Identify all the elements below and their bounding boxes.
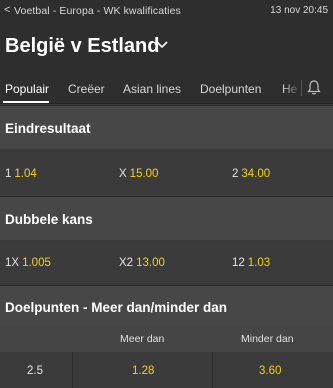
- breadcrumb-bar: < Voetbal - Europa - WK kwalificaties 13…: [0, 0, 333, 24]
- event-datetime: 13 nov 20:45: [270, 5, 328, 16]
- goal-line: 2.5: [27, 365, 43, 377]
- selection-label: 1: [5, 168, 12, 180]
- market-header-dubbele-kans[interactable]: Dubbele kans: [0, 196, 333, 240]
- selection-x2[interactable]: X2 13.00: [119, 257, 165, 269]
- tab-populair[interactable]: Populair: [5, 82, 49, 96]
- market-dubbele-kans: 1X 1.005 X2 13.00 12 1.03: [0, 242, 333, 284]
- tab-asian-lines[interactable]: Asian lines: [123, 82, 181, 96]
- selection-label: X: [119, 168, 127, 180]
- market-title: Dubbele kans: [5, 212, 93, 227]
- over-under-header: Meer dan Minder dan: [0, 326, 333, 352]
- selection-label: 12: [232, 257, 245, 269]
- column-under: Minder dan: [241, 333, 294, 345]
- line-cell: 2.5: [0, 352, 73, 388]
- selection-label: 2: [232, 168, 239, 180]
- market-eindresultaat: 1 1.04 X 15.00 2 34.00: [0, 153, 333, 195]
- tab-creeer[interactable]: Creëer: [68, 82, 105, 96]
- selection-2[interactable]: 2 34.00: [232, 168, 270, 180]
- market-header-eindresultaat[interactable]: Eindresultaat: [0, 105, 333, 149]
- event-title[interactable]: België v Estland: [5, 35, 160, 58]
- market-title: Eindresultaat: [5, 121, 91, 136]
- column-over: Meer dan: [120, 333, 165, 345]
- selection-12[interactable]: 12 1.03: [232, 257, 270, 269]
- under-odds: 3.60: [259, 365, 282, 377]
- market-title: Doelpunten - Meer dan/minder dan: [5, 300, 228, 315]
- tab-divider: [301, 80, 302, 96]
- bell-icon[interactable]: [306, 79, 322, 96]
- market-header-doelpunten[interactable]: Doelpunten - Meer dan/minder dan: [0, 285, 333, 326]
- market-tabs: Populair Creëer Asian lines Doelpunten H…: [0, 72, 333, 104]
- tab-fade: [282, 72, 302, 103]
- selection-odds: 13.00: [136, 257, 165, 269]
- under-odds-cell[interactable]: 3.60: [213, 352, 333, 388]
- chevron-left-icon[interactable]: <: [4, 4, 10, 16]
- selection-odds: 34.00: [241, 168, 271, 180]
- over-odds: 1.28: [132, 365, 155, 377]
- selection-odds: 1.005: [22, 257, 51, 269]
- tab-doelpunten[interactable]: Doelpunten: [200, 82, 261, 96]
- active-tab-indicator: [3, 101, 49, 103]
- selection-odds: 1.04: [14, 168, 37, 180]
- event-header: België v Estland: [0, 24, 333, 72]
- selection-odds: 1.03: [247, 257, 271, 269]
- selection-label: X2: [119, 257, 134, 269]
- selection-1x[interactable]: 1X 1.005: [5, 257, 51, 269]
- chevron-down-icon[interactable]: [156, 41, 168, 49]
- over-odds-cell[interactable]: 1.28: [73, 352, 213, 388]
- selection-odds: 15.00: [129, 168, 159, 180]
- selection-x[interactable]: X 15.00: [119, 168, 158, 180]
- selection-1[interactable]: 1 1.04: [5, 168, 37, 180]
- table-row: 2.5 1.28 3.60: [0, 352, 333, 388]
- breadcrumb[interactable]: Voetbal - Europa - WK kwalificaties: [14, 5, 181, 17]
- selection-label: 1X: [5, 257, 20, 269]
